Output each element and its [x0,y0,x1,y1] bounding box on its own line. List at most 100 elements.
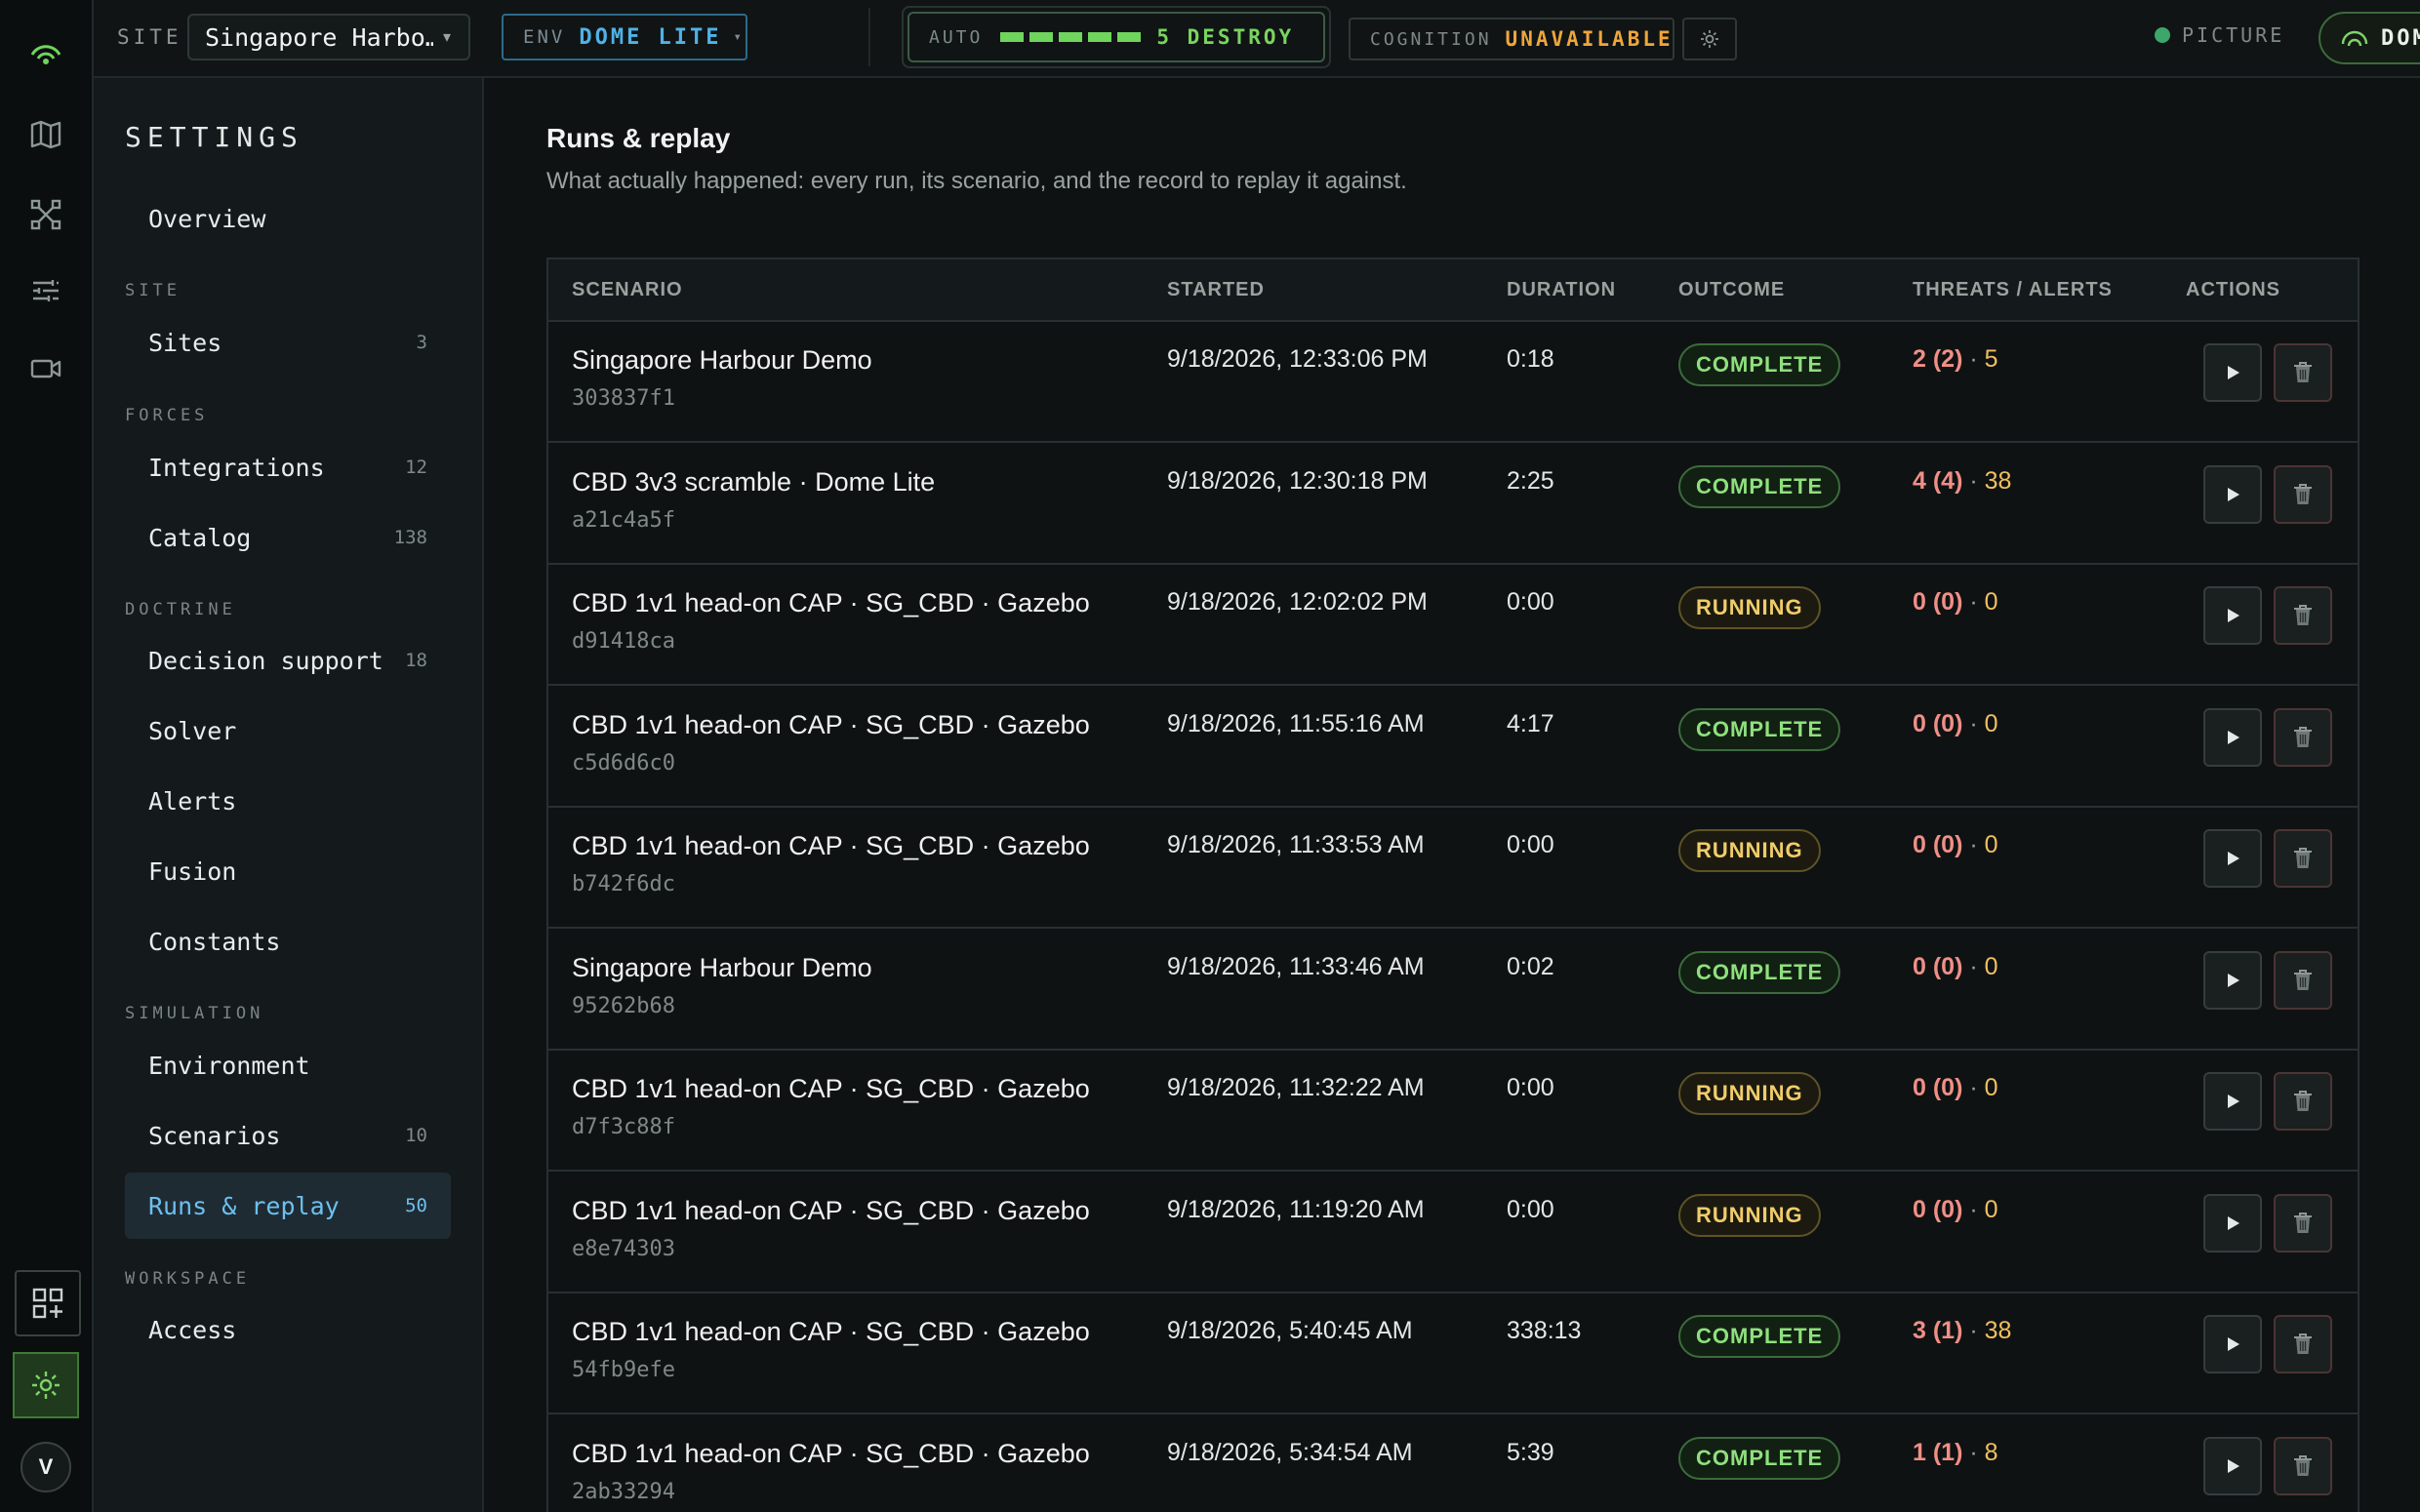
sidebar-item-fusion[interactable]: Fusion [125,838,451,904]
col-threats-alerts[interactable]: THREATS / ALERTS [1913,279,2113,301]
autonomy-segment [1117,32,1142,42]
scenario-name[interactable]: Singapore Harbour Demo [572,345,872,376]
replay-button[interactable] [2203,1072,2262,1131]
sliders-icon[interactable] [13,258,79,324]
site-select[interactable]: Singapore Harbo… ▾ [187,14,470,60]
replay-button[interactable] [2203,464,2262,524]
delete-button[interactable] [2274,1436,2332,1495]
replay-button[interactable] [2203,1436,2262,1495]
sidebar-item-scenarios[interactable]: Scenarios 10 [125,1102,451,1169]
main-content: Runs & replay What actually happened: ev… [484,78,2420,1512]
network-icon[interactable] [13,181,79,248]
picture-label: PICTURE [2182,23,2285,47]
scenario-name[interactable]: CBD 1v1 head-on CAP · SG_CBD · Gazebo [572,1074,1090,1104]
scenario-name[interactable]: CBD 3v3 scramble · Dome Lite [572,467,935,497]
status-badge: COMPLETE [1678,464,1841,508]
sidebar-item-catalog[interactable]: Catalog 138 [125,504,451,571]
table-row[interactable]: Singapore Harbour Demo 95262b68 9/18/2026,… [548,928,2358,1051]
replay-button[interactable] [2203,950,2262,1010]
sidebar-item-runs-replay[interactable]: Runs & replay 50 [125,1173,451,1239]
dome-ai-button[interactable]: DOME AI [2319,12,2420,64]
col-scenario[interactable]: SCENARIO [572,279,683,301]
chevron-down-icon: ▾ [443,29,452,46]
run-id: 303837f1 [572,386,675,411]
scenario-name[interactable]: CBD 1v1 head-on CAP · SG_CBD · Gazebo [572,588,1090,618]
scenario-name[interactable]: CBD 1v1 head-on CAP · SG_CBD · Gazebo [572,1196,1090,1226]
sidebar-item-label: Alerts [148,786,237,816]
replay-button[interactable] [2203,586,2262,645]
divider [868,8,870,66]
replay-button[interactable] [2203,1193,2262,1253]
autonomy-level-control[interactable]: AUTO 5 DESTROY [908,12,1325,62]
table-row[interactable]: CBD 1v1 head-on CAP · SG_CBD · Gazebo b74… [548,806,2358,929]
delete-button[interactable] [2274,1072,2332,1131]
run-id: e8e74303 [572,1236,675,1261]
delete-button[interactable] [2274,343,2332,402]
sidebar-item-alerts[interactable]: Alerts [125,768,451,834]
delete-button[interactable] [2274,950,2332,1010]
scenario-name[interactable]: CBD 1v1 head-on CAP · SG_CBD · Gazebo [572,831,1090,861]
scenario-name[interactable]: Singapore Harbour Demo [572,953,872,983]
scenario-name[interactable]: CBD 1v1 head-on CAP · SG_CBD · Gazebo [572,1439,1090,1469]
table-row[interactable]: CBD 1v1 head-on CAP · SG_CBD · Gazebo c5d… [548,685,2358,808]
avatar[interactable]: V [20,1442,71,1492]
col-actions: ACTIONS [2186,279,2280,300]
sidebar-item-sites[interactable]: Sites 3 [125,309,451,376]
replay-button[interactable] [2203,829,2262,888]
delete-button[interactable] [2274,707,2332,767]
table-row[interactable]: CBD 1v1 head-on CAP · SG_CBD · Gazebo d7f… [548,1049,2358,1172]
table-row[interactable]: CBD 3v3 scramble · Dome Lite a21c4a5f 9/18… [548,442,2358,565]
env-select[interactable]: ENV DOME LITE ▾ [502,14,747,60]
autonomy-segment [1088,32,1112,42]
status-badge: COMPLETE [1678,343,1841,386]
play-icon [2228,1337,2239,1351]
picture-toggle[interactable]: PICTURE [2155,23,2284,47]
delete-button[interactable] [2274,829,2332,888]
col-started[interactable]: STARTED [1167,279,1265,301]
sidebar-item-decision-support[interactable]: Decision support 18 [125,627,451,694]
camera-icon[interactable] [13,336,79,402]
threat-count: 0 (0) [1913,1074,1963,1101]
sidebar-item-label: Overview [148,204,266,233]
col-duration[interactable]: DURATION [1507,279,1616,301]
delete-button[interactable] [2274,1315,2332,1373]
signal-logo-icon[interactable] [13,20,79,86]
scenario-name[interactable]: CBD 1v1 head-on CAP · SG_CBD · Gazebo [572,710,1090,740]
table-row[interactable]: CBD 1v1 head-on CAP · SG_CBD · Gazebo 54f… [548,1292,2358,1414]
sidebar-item-overview[interactable]: Overview [125,185,451,252]
trash-icon [2294,362,2312,382]
started-time: 9/18/2026, 11:32:22 AM [1167,1074,1425,1101]
gear-icon[interactable] [13,1352,79,1418]
table-row[interactable]: Singapore Harbour Demo 303837f1 9/18/2026,… [548,320,2358,443]
replay-button[interactable] [2203,343,2262,402]
trash-icon [2294,483,2312,504]
threat-count: 1 (1) [1913,1438,1963,1466]
sidebar-item-constants[interactable]: Constants [125,908,451,975]
sidebar-item-label: Fusion [148,856,237,886]
map-icon[interactable] [13,101,79,168]
scenario-name[interactable]: CBD 1v1 head-on CAP · SG_CBD · Gazebo [572,1317,1090,1347]
sidebar-item-count: 18 [405,650,427,671]
separator: · [1969,831,1978,858]
widgets-icon[interactable] [15,1270,81,1336]
threats-alerts: 0 (0) · 0 [1913,953,1998,981]
replay-button[interactable] [2203,1315,2262,1373]
replay-button[interactable] [2203,707,2262,767]
table-row[interactable]: CBD 1v1 head-on CAP · SG_CBD · Gazebo d91… [548,563,2358,686]
play-icon [2228,1094,2239,1108]
sidebar-item-integrations[interactable]: Integrations 12 [125,434,451,500]
delete-button[interactable] [2274,464,2332,524]
table-row[interactable]: CBD 1v1 head-on CAP · SG_CBD · Gazebo e8e… [548,1171,2358,1293]
sidebar-item-solver[interactable]: Solver [125,697,451,764]
delete-button[interactable] [2274,1193,2332,1253]
sidebar-item-count: 50 [405,1195,427,1216]
sidebar-item-access[interactable]: Access [125,1296,451,1363]
sidebar-item-environment[interactable]: Environment [125,1032,451,1098]
sidebar-item-label: Decision support [148,646,383,675]
cognition-settings-button[interactable] [1682,18,1737,60]
alert-count: 0 [1984,952,1998,980]
col-outcome[interactable]: OUTCOME [1678,279,1785,301]
table-row[interactable]: CBD 1v1 head-on CAP · SG_CBD · Gazebo 2ab… [548,1413,2358,1512]
delete-button[interactable] [2274,586,2332,645]
threat-count: 0 (0) [1913,709,1963,737]
